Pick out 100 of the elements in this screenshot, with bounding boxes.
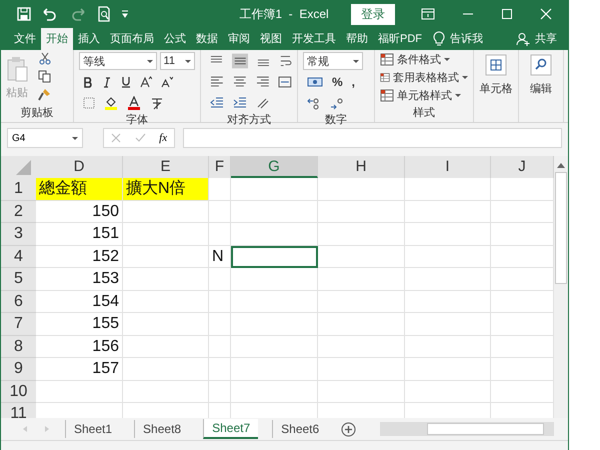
font-size-dropdown[interactable]: 11 xyxy=(160,52,195,70)
ribbon-tab[interactable]: 公式 xyxy=(159,28,191,50)
table-style-icon[interactable] xyxy=(380,53,394,66)
number-format-dropdown[interactable]: 常规 xyxy=(303,52,363,70)
phonetic-icon[interactable] xyxy=(150,96,164,110)
table-cell[interactable]: 156 xyxy=(36,336,123,358)
login-button[interactable]: 登录 xyxy=(351,4,395,24)
underline-icon[interactable] xyxy=(121,76,131,88)
table-cell[interactable]: 擴大N倍 xyxy=(123,178,209,200)
ribbon-tab[interactable]: 告诉我 xyxy=(445,28,488,50)
currency-icon[interactable] xyxy=(307,76,323,88)
table-cell[interactable]: N xyxy=(209,246,231,268)
ribbon-tab[interactable]: 数据 xyxy=(191,28,223,50)
row-header[interactable]: 11 xyxy=(1,403,36,418)
align-middle-icon[interactable] xyxy=(232,53,248,69)
shrink-font-icon[interactable] xyxy=(161,76,173,88)
ribbon-tab[interactable]: 页面布局 xyxy=(105,28,159,50)
scissors-icon[interactable] xyxy=(38,52,50,65)
ribbon-tab[interactable]: 帮助 xyxy=(341,28,373,50)
save-icon[interactable] xyxy=(17,7,31,21)
scroll-up-icon[interactable] xyxy=(556,161,566,169)
copy-icon[interactable] xyxy=(38,70,51,83)
row-header[interactable]: 4 xyxy=(1,246,36,268)
row-header[interactable]: 6 xyxy=(1,290,36,313)
row-header[interactable]: 9 xyxy=(1,358,36,380)
table-cell[interactable]: 152 xyxy=(36,246,123,268)
name-box[interactable]: G4 xyxy=(7,128,83,148)
font-name-dropdown[interactable]: 等线 xyxy=(79,52,157,70)
merge-icon[interactable] xyxy=(278,76,292,88)
ribbon-tab[interactable]: 插入 xyxy=(73,28,105,50)
sheet-tab[interactable]: Sheet1 xyxy=(65,420,120,438)
table-style-icon[interactable] xyxy=(380,71,390,84)
row-header[interactable]: 1 xyxy=(1,178,36,200)
italic-icon[interactable] xyxy=(102,76,112,88)
clipboard-icon[interactable] xyxy=(6,56,28,82)
row-header[interactable]: 5 xyxy=(1,268,36,290)
cells-button[interactable]: 单元格 xyxy=(480,81,512,96)
grow-font-icon[interactable] xyxy=(140,76,152,88)
ribbon-tab[interactable]: 开始 xyxy=(41,28,73,50)
table-cell[interactable]: 157 xyxy=(36,358,123,380)
cells-icon[interactable] xyxy=(485,54,507,76)
customize-menu-icon[interactable] xyxy=(121,9,129,19)
increase-decimal-icon[interactable] xyxy=(307,96,321,110)
orientation-icon[interactable] xyxy=(256,97,270,109)
table-cell[interactable] xyxy=(231,246,318,268)
row-header[interactable]: 8 xyxy=(1,336,36,358)
row-header[interactable]: 2 xyxy=(1,200,36,223)
table-cell[interactable]: 151 xyxy=(36,223,123,246)
scroll-thumb[interactable] xyxy=(555,172,567,284)
ribbon-tab[interactable]: 开发工具 xyxy=(287,28,341,50)
editing-button[interactable]: 编辑 xyxy=(530,81,552,96)
column-header[interactable]: G xyxy=(231,156,318,178)
ribbon-tab[interactable]: 文件 xyxy=(9,28,41,50)
ribbon-tab[interactable]: 视图 xyxy=(255,28,287,50)
table-cell[interactable]: 總金額 xyxy=(36,178,123,200)
group-label: 样式 xyxy=(412,106,436,121)
print-preview-icon[interactable] xyxy=(97,6,111,22)
row-header[interactable]: 3 xyxy=(1,223,36,246)
table-cell[interactable]: 150 xyxy=(36,200,123,223)
column-header[interactable]: I xyxy=(405,156,491,178)
decrease-decimal-icon[interactable] xyxy=(330,96,344,110)
maximize-icon[interactable] xyxy=(501,8,513,20)
sheet-tab[interactable]: Sheet7 xyxy=(203,419,258,439)
decrease-indent-icon[interactable] xyxy=(210,97,224,109)
add-sheet-icon[interactable] xyxy=(341,422,356,436)
horizontal-scrollbar[interactable] xyxy=(380,422,554,436)
row-header[interactable]: 10 xyxy=(1,380,36,403)
share-button[interactable]: 共享 xyxy=(530,28,562,50)
ribbon-tab[interactable]: 福昕PDF xyxy=(373,28,427,50)
insert-function-button[interactable]: fx xyxy=(159,132,168,144)
increase-indent-icon[interactable] xyxy=(233,97,247,109)
fill-color-icon[interactable] xyxy=(104,96,118,110)
styles-menu-button[interactable]: 条件格式 xyxy=(397,52,450,67)
percent-button[interactable]: % xyxy=(332,75,343,89)
align-center-icon[interactable] xyxy=(232,76,246,88)
table-cell[interactable]: 153 xyxy=(36,268,123,290)
row-header[interactable]: 7 xyxy=(1,313,36,336)
search-icon[interactable] xyxy=(530,54,552,76)
previous-sheet-icon xyxy=(21,425,29,433)
styles-menu-button[interactable]: 套用表格格式 xyxy=(393,70,468,85)
ribbon-tab[interactable]: 审阅 xyxy=(223,28,255,50)
close-icon[interactable] xyxy=(540,8,552,20)
align-right-icon[interactable] xyxy=(256,76,270,88)
font-color-icon[interactable] xyxy=(127,96,141,110)
column-header[interactable]: H xyxy=(318,156,405,178)
table-style-icon[interactable] xyxy=(380,89,394,102)
styles-menu-button[interactable]: 单元格样式 xyxy=(397,88,461,103)
borders-icon[interactable] xyxy=(83,97,95,109)
align-left-icon[interactable] xyxy=(210,76,224,88)
sheet-tab[interactable]: Sheet8 xyxy=(134,420,190,438)
table-cell[interactable]: 154 xyxy=(36,290,123,313)
bold-icon[interactable] xyxy=(83,76,93,88)
sheet-tab[interactable]: Sheet6 xyxy=(272,420,328,438)
formula-input[interactable] xyxy=(183,128,562,148)
comma-button[interactable]: , xyxy=(352,75,356,89)
paintbrush-icon[interactable] xyxy=(38,88,51,101)
group-label: 数字 xyxy=(324,112,348,128)
wrap-text-icon[interactable] xyxy=(279,54,292,68)
ribbon-display-icon[interactable] xyxy=(421,8,435,20)
table-cell[interactable]: 155 xyxy=(36,313,123,336)
